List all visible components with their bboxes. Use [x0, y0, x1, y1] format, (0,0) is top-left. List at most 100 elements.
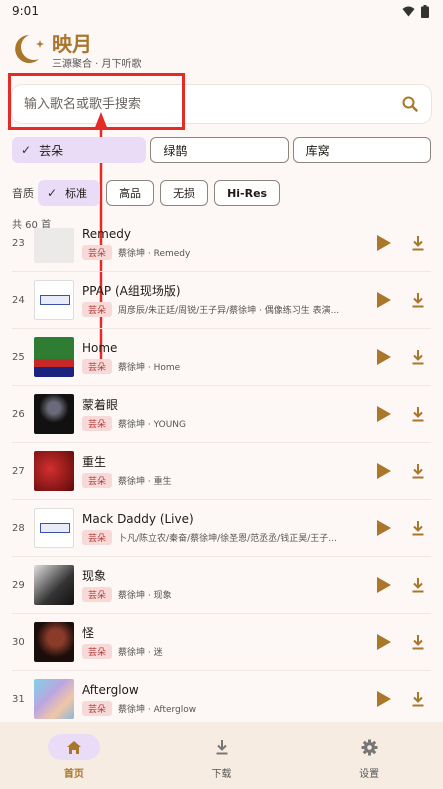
- song-index: 25: [12, 351, 25, 363]
- bottom-nav: 首页 下载 设置: [0, 722, 443, 789]
- song-row[interactable]: 24 PPAP (A组现场版) 芸朵 周彦辰/朱正廷/周锐/王子异/蔡徐坤 · 偶…: [12, 272, 431, 329]
- song-row[interactable]: 28 Mack Daddy (Live) 芸朵 卜凡/陈立农/秦奋/蔡徐坤/徐圣恩…: [12, 500, 431, 557]
- quality-filter: 音质 ✓ 标准 高品 无损 Hi-Res: [12, 180, 281, 206]
- play-button[interactable]: [377, 691, 391, 707]
- source-badge: 芸朵: [82, 473, 113, 488]
- nav-label: 下载: [211, 769, 232, 780]
- song-row[interactable]: 26 蒙着眼 芸朵 蔡徐坤 · YOUNG: [12, 386, 431, 443]
- status-time: 9:01: [12, 4, 39, 18]
- download-button[interactable]: [411, 292, 425, 308]
- song-index: 24: [12, 294, 25, 306]
- nav-item-home[interactable]: 首页: [0, 722, 148, 789]
- nav-label: 首页: [63, 769, 84, 780]
- quality-chip-lossless[interactable]: 无损: [160, 180, 209, 206]
- quality-chip-label: 高品: [119, 187, 142, 200]
- song-title: 怪: [82, 626, 95, 640]
- song-title: 现象: [82, 569, 107, 583]
- check-icon: ✓: [21, 143, 32, 157]
- quality-chip-label: 标准: [65, 187, 88, 200]
- song-row[interactable]: 30 怪 芸朵 蔡徐坤 · 迷: [12, 614, 431, 671]
- play-button[interactable]: [377, 235, 391, 251]
- album-cover: [34, 280, 74, 320]
- annotation-highlight-box: [8, 73, 185, 130]
- download-button[interactable]: [411, 349, 425, 365]
- song-index: 28: [12, 522, 25, 534]
- source-badge: 芸朵: [82, 416, 113, 431]
- quality-chip-hires[interactable]: Hi-Res: [214, 180, 281, 206]
- play-button[interactable]: [377, 406, 391, 422]
- source-chip-yunduo[interactable]: ✓ 芸朵: [12, 137, 147, 163]
- song-index: 30: [12, 636, 25, 648]
- quality-chip-high[interactable]: 高品: [106, 180, 155, 206]
- download-button[interactable]: [411, 577, 425, 593]
- source-badge: 芸朵: [82, 530, 113, 545]
- download-button[interactable]: [411, 463, 425, 479]
- app-header: 映月 三源聚合 · 月下听歌: [12, 30, 142, 72]
- play-button[interactable]: [377, 634, 391, 650]
- play-button[interactable]: [377, 349, 391, 365]
- song-title: 蒙着眼: [82, 398, 119, 412]
- play-button[interactable]: [377, 292, 391, 308]
- search-button[interactable]: [399, 93, 421, 115]
- song-title: Mack Daddy (Live): [82, 512, 194, 526]
- song-artist: 周彦辰/朱正廷/周锐/王子异/蔡徐坤 · 偶像练习生 表演...: [118, 306, 340, 316]
- album-cover: [34, 679, 74, 719]
- song-artist: 蔡徐坤 · YOUNG: [118, 420, 186, 430]
- song-title: Afterglow: [82, 683, 139, 697]
- song-title: Home: [82, 341, 118, 355]
- download-button[interactable]: [411, 520, 425, 536]
- play-button[interactable]: [377, 463, 391, 479]
- source-chip-label: 芸朵: [39, 143, 64, 158]
- nav-item-settings[interactable]: 设置: [295, 722, 443, 789]
- quality-chip-label: 无损: [173, 187, 196, 200]
- moon-logo-icon: [15, 35, 44, 63]
- song-title: PPAP (A组现场版): [82, 284, 181, 298]
- song-index: 31: [12, 693, 25, 705]
- source-chip-lvque[interactable]: 绿鹊: [150, 137, 289, 163]
- song-row[interactable]: 27 重生 芸朵 蔡徐坤 · 重生: [12, 443, 431, 500]
- download-button[interactable]: [411, 406, 425, 422]
- nav-label: 设置: [359, 769, 380, 780]
- song-artist: 蔡徐坤 · 重生: [118, 477, 172, 487]
- song-row[interactable]: 29 现象 芸朵 蔡徐坤 · 现象: [12, 557, 431, 614]
- download-button[interactable]: [411, 691, 425, 707]
- check-icon: ✓: [47, 186, 58, 200]
- quality-label: 音质: [12, 187, 34, 200]
- home-icon: [66, 740, 81, 754]
- status-bar: 9:01: [0, 0, 443, 22]
- song-row[interactable]: 23 Remedy 芸朵 蔡徐坤 · Remedy: [12, 228, 431, 272]
- song-index: 23: [12, 237, 25, 249]
- source-badge: 芸朵: [82, 587, 113, 602]
- nav-item-download[interactable]: 下载: [148, 722, 296, 789]
- source-chip-label: 库窝: [305, 143, 330, 158]
- gear-icon: [361, 739, 378, 755]
- song-artist: 蔡徐坤 · Afterglow: [118, 705, 197, 715]
- album-cover: [34, 337, 74, 377]
- quality-chip-standard[interactable]: ✓ 标准: [38, 180, 101, 206]
- source-badge: 芸朵: [82, 701, 113, 716]
- song-artist: 蔡徐坤 · 现象: [118, 591, 172, 601]
- album-cover: [34, 508, 74, 548]
- download-button[interactable]: [411, 235, 425, 251]
- album-cover: [34, 228, 74, 263]
- song-artist: 卜凡/陈立农/秦奋/蔡徐坤/徐圣恩/范丞丞/钱正昊/王子...: [118, 534, 337, 544]
- play-button[interactable]: [377, 577, 391, 593]
- song-row[interactable]: 25 Home 芸朵 蔡徐坤 · Home: [12, 329, 431, 386]
- source-badge: 芸朵: [82, 644, 113, 659]
- song-artist: 蔡徐坤 · Home: [118, 363, 181, 373]
- source-chip-kuwo[interactable]: 库窝: [292, 137, 431, 163]
- download-button[interactable]: [411, 634, 425, 650]
- song-title: 重生: [82, 455, 107, 469]
- app-subtitle: 三源聚合 · 月下听歌: [52, 59, 142, 70]
- song-index: 26: [12, 408, 25, 420]
- song-artist: 蔡徐坤 · 迷: [118, 648, 163, 658]
- album-cover: [34, 394, 74, 434]
- song-row[interactable]: 31 Afterglow 芸朵 蔡徐坤 · Afterglow: [12, 671, 431, 720]
- source-badge: 芸朵: [82, 245, 113, 260]
- album-cover: [34, 622, 74, 662]
- status-icons: [402, 4, 429, 18]
- album-cover: [34, 451, 74, 491]
- song-artist: 蔡徐坤 · Remedy: [118, 249, 191, 259]
- source-filter: ✓ 芸朵 绿鹊 库窝: [12, 137, 431, 163]
- play-button[interactable]: [377, 520, 391, 536]
